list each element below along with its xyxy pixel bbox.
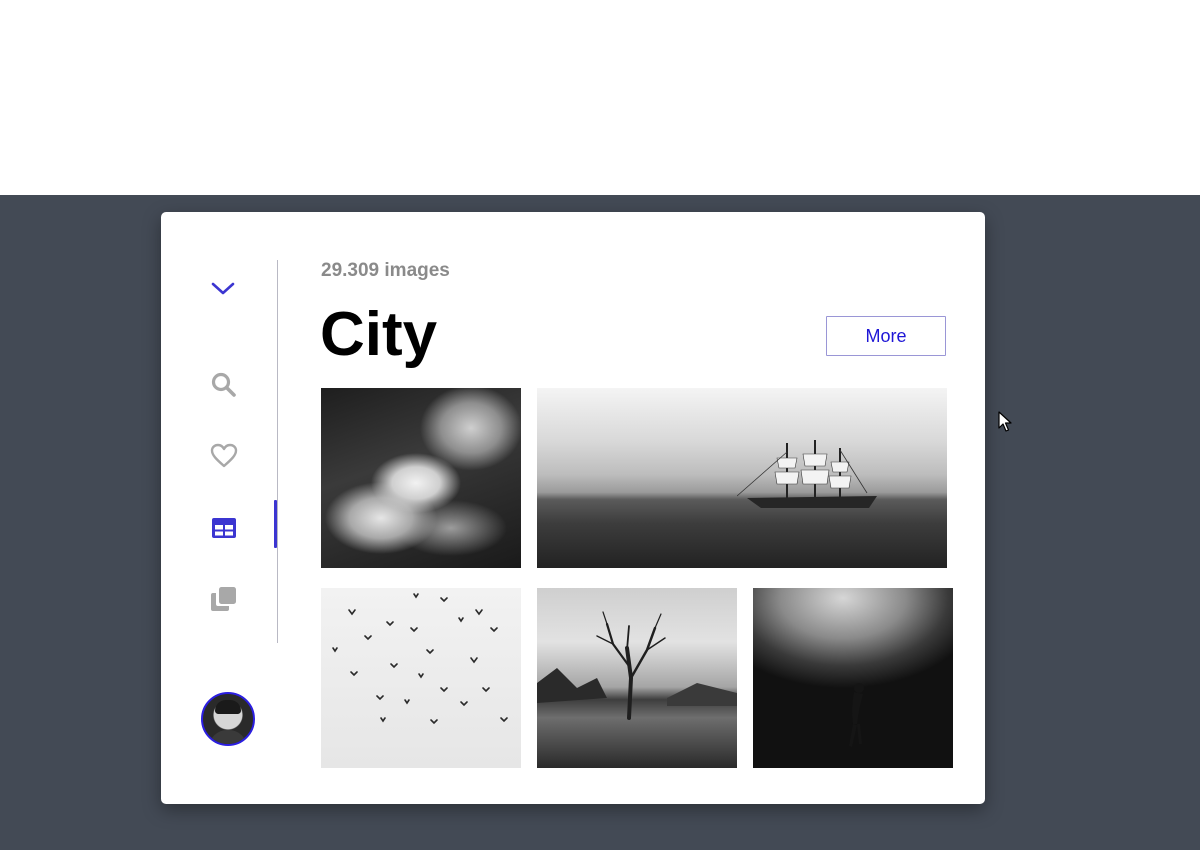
birds-silhouettes [332, 593, 508, 725]
photo-underwater-diver[interactable] [753, 588, 953, 768]
page-title: City [320, 300, 438, 369]
avatar-shoulders [209, 730, 247, 744]
photo-tree-in-lake[interactable] [537, 588, 737, 768]
more-button[interactable]: More [826, 316, 946, 356]
avatar-hair [215, 700, 241, 714]
search-icon[interactable] [209, 370, 239, 400]
sidebar-divider [277, 260, 278, 643]
heart-icon[interactable] [209, 441, 239, 471]
grid-icon[interactable] [209, 513, 239, 543]
chevron-down-icon[interactable] [208, 273, 238, 303]
photo-sailing-ship[interactable] [537, 388, 947, 568]
tree-silhouette [537, 611, 737, 720]
copies-icon[interactable] [209, 584, 239, 614]
active-nav-indicator [274, 500, 277, 548]
mouse-cursor-icon [998, 411, 1012, 432]
diver-silhouette [849, 683, 864, 747]
gallery-card: 29.309 images City More [161, 212, 985, 804]
ship-silhouette [737, 440, 877, 508]
image-count: 29.309 images [321, 260, 450, 281]
photo-clouds[interactable] [321, 388, 521, 568]
avatar[interactable] [201, 692, 255, 746]
photo-birds[interactable] [321, 588, 521, 768]
